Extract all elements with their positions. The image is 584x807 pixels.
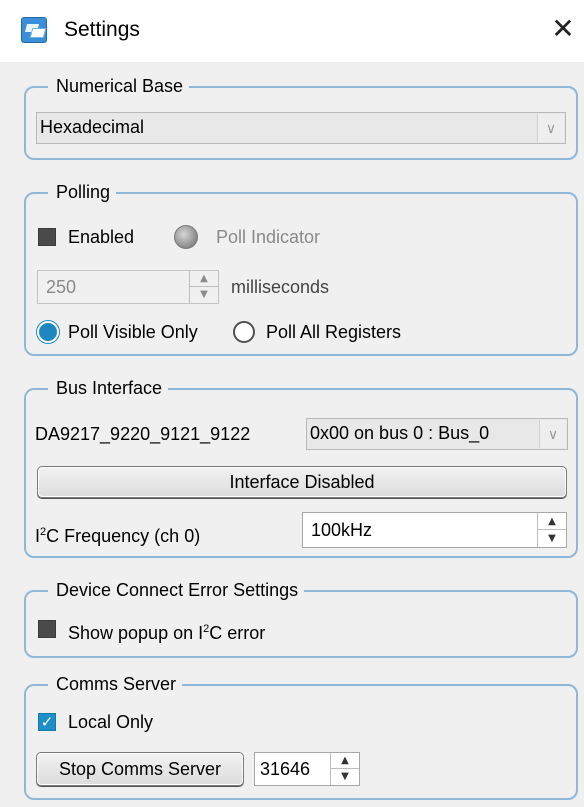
poll-interval-spinbox[interactable]: 250 ▲ ▼ xyxy=(37,270,219,304)
decrement-icon[interactable]: ▼ xyxy=(190,287,218,303)
i2c-frequency-spinbox[interactable]: 100kHz ▲ ▼ xyxy=(302,512,567,548)
device-connect-error-group: Device Connect Error Settings Show popup… xyxy=(24,578,578,658)
poll-visible-only-radio[interactable] xyxy=(37,321,59,343)
comms-server-group: Comms Server ✓ Local Only Stop Comms Ser… xyxy=(24,672,578,800)
show-popup-label: Show popup on I2C error xyxy=(68,623,266,643)
bus-select[interactable]: 0x00 on bus 0 : Bus_0 ∨ xyxy=(306,418,568,450)
bus-interface-group: Bus Interface DA9217_9220_9121_9122 0x00… xyxy=(24,376,578,558)
numerical-base-legend: Numerical Base xyxy=(48,74,190,98)
enabled-checkbox[interactable] xyxy=(38,228,56,246)
decrement-icon[interactable]: ▼ xyxy=(331,769,359,785)
title-bar: Settings ✕ xyxy=(0,0,584,62)
numerical-base-group: Numerical Base Hexadecimal ∨ xyxy=(24,74,578,160)
interface-disabled-button[interactable]: Interface Disabled xyxy=(37,466,567,498)
chevron-down-icon[interactable]: ∨ xyxy=(539,420,566,448)
comms-server-legend: Comms Server xyxy=(48,672,183,696)
stop-comms-server-button[interactable]: Stop Comms Server xyxy=(36,752,244,786)
settings-panel: Numerical Base Hexadecimal ∨ Polling Ena… xyxy=(0,62,584,807)
increment-icon[interactable]: ▲ xyxy=(190,271,218,287)
show-popup-checkbox[interactable] xyxy=(38,620,56,638)
bus-select-value: 0x00 on bus 0 : Bus_0 xyxy=(310,423,490,443)
poll-interval-value: 250 xyxy=(46,277,77,297)
i2c-frequency-value: 100kHz xyxy=(311,520,373,540)
poll-indicator-icon xyxy=(174,225,198,249)
i2c-frequency-label: I2C Frequency (ch 0) xyxy=(35,526,201,546)
poll-indicator-label: Poll Indicator xyxy=(216,227,321,247)
device-name-label: DA9217_9220_9121_9122 xyxy=(35,424,251,444)
bus-interface-legend: Bus Interface xyxy=(48,376,169,400)
port-value: 31646 xyxy=(260,759,311,779)
chevron-down-icon[interactable]: ∨ xyxy=(537,114,564,142)
port-spinbox[interactable]: 31646 ▲ ▼ xyxy=(254,752,360,786)
poll-all-registers-label: Poll All Registers xyxy=(266,322,402,342)
app-icon xyxy=(21,17,47,43)
close-button[interactable]: ✕ xyxy=(548,14,578,44)
decrement-icon[interactable]: ▼ xyxy=(538,530,566,547)
increment-icon[interactable]: ▲ xyxy=(331,753,359,769)
poll-interval-unit: milliseconds xyxy=(231,277,330,297)
numerical-base-select[interactable]: Hexadecimal ∨ xyxy=(36,112,566,144)
increment-icon[interactable]: ▲ xyxy=(538,513,566,530)
device-connect-error-legend: Device Connect Error Settings xyxy=(48,578,305,602)
numerical-base-value: Hexadecimal xyxy=(40,117,145,137)
poll-visible-only-label: Poll Visible Only xyxy=(68,322,198,342)
polling-group: Polling Enabled Poll Indicator 250 ▲ ▼ m… xyxy=(24,180,578,356)
window-title: Settings xyxy=(64,18,140,41)
enabled-label: Enabled xyxy=(68,227,135,247)
poll-all-registers-radio[interactable] xyxy=(233,321,255,343)
local-only-checkbox[interactable]: ✓ xyxy=(38,713,56,731)
polling-legend: Polling xyxy=(48,180,117,204)
local-only-label: Local Only xyxy=(68,712,154,732)
